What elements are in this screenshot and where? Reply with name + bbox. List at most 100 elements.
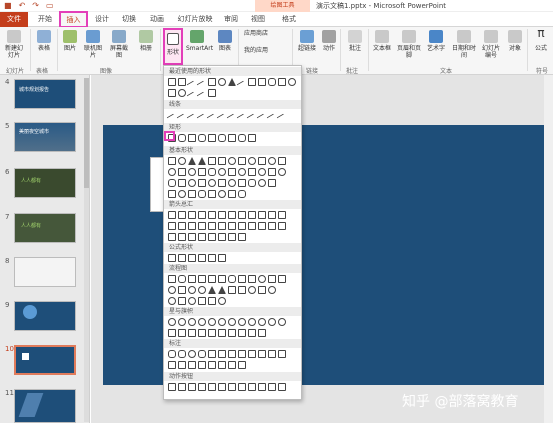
shape-rect[interactable]: [178, 286, 186, 294]
slide-thumb-11[interactable]: [14, 389, 76, 423]
shape-callout[interactable]: [168, 361, 176, 369]
shape-rect[interactable]: [228, 168, 236, 176]
shape-rect[interactable]: [218, 157, 226, 165]
shape-triangle[interactable]: [188, 157, 196, 165]
shape-triangle[interactable]: [228, 78, 236, 86]
equation-button[interactable]: π 公式: [530, 27, 552, 52]
shape-banner[interactable]: [258, 329, 266, 337]
shape-rect[interactable]: [198, 275, 206, 283]
shape-rect[interactable]: [208, 157, 216, 165]
shape-oval[interactable]: [178, 157, 186, 165]
shape-callout[interactable]: [168, 350, 176, 358]
shape-rect[interactable]: [248, 168, 256, 176]
shape-rect[interactable]: [188, 134, 196, 142]
shape-rounded[interactable]: [238, 134, 246, 142]
shape-banner[interactable]: [188, 329, 196, 337]
tab-insert[interactable]: 插入: [59, 11, 88, 28]
shape-oval[interactable]: [168, 286, 176, 294]
shape-oval[interactable]: [248, 286, 256, 294]
shape-rect[interactable]: [248, 78, 256, 86]
tab-format[interactable]: 格式: [276, 12, 302, 27]
shape-rect[interactable]: [258, 157, 266, 165]
shape-rect[interactable]: [168, 190, 176, 198]
shape-action[interactable]: [268, 383, 276, 391]
shape-rect[interactable]: [248, 275, 256, 283]
shape-callout[interactable]: [218, 350, 226, 358]
shape-arrow[interactable]: [178, 233, 186, 241]
shape-line[interactable]: [236, 80, 248, 92]
shape-star[interactable]: [198, 318, 206, 326]
shape-rect[interactable]: [178, 297, 186, 305]
shape-divide[interactable]: [198, 254, 206, 262]
shape-arrow[interactable]: [208, 211, 216, 219]
chart-button[interactable]: 图表: [214, 30, 236, 52]
shape-arrow[interactable]: [258, 211, 266, 219]
tab-transitions[interactable]: 切换: [117, 12, 141, 27]
shape-rounded[interactable]: [178, 275, 186, 283]
shape-oval[interactable]: [208, 179, 216, 187]
shape-action[interactable]: [208, 383, 216, 391]
shape-action[interactable]: [248, 383, 256, 391]
shape-callout[interactable]: [198, 350, 206, 358]
shape-oval[interactable]: [218, 297, 226, 305]
wordart-button[interactable]: 艺术字: [425, 30, 447, 52]
shape-multiply[interactable]: [188, 254, 196, 262]
slide-number-button[interactable]: 幻灯片编号: [480, 30, 502, 59]
shape-triangle[interactable]: [198, 157, 206, 165]
shape-rounded[interactable]: [228, 275, 236, 283]
shape-rect[interactable]: [238, 275, 246, 283]
tab-home[interactable]: 开始: [32, 12, 58, 27]
shape-rounded[interactable]: [208, 168, 216, 176]
shape-rect[interactable]: [258, 78, 266, 86]
shape-arrow[interactable]: [198, 211, 206, 219]
comment-button[interactable]: 批注: [344, 30, 366, 52]
shape-callout[interactable]: [208, 361, 216, 369]
shape-arrow[interactable]: [218, 222, 226, 230]
shape-rect[interactable]: [178, 179, 186, 187]
shape-arrow[interactable]: [218, 211, 226, 219]
shape-rounded[interactable]: [238, 190, 246, 198]
shape-triangle[interactable]: [208, 286, 216, 294]
slide-thumb-8[interactable]: [14, 257, 76, 287]
shape-callout[interactable]: [258, 350, 266, 358]
app-store-button[interactable]: 应用商店: [244, 30, 284, 37]
shape-rect[interactable]: [238, 179, 246, 187]
shape-action[interactable]: [258, 383, 266, 391]
shape-rect[interactable]: [208, 89, 216, 97]
shape-oval[interactable]: [218, 190, 226, 198]
object-button[interactable]: 对象: [504, 30, 526, 52]
hyperlink-button[interactable]: 超链接: [296, 30, 318, 52]
shape-rect[interactable]: [258, 286, 266, 294]
shape-rect[interactable]: [178, 78, 186, 86]
shape-oval[interactable]: [248, 157, 256, 165]
shape-banner[interactable]: [248, 329, 256, 337]
tab-slideshow[interactable]: 幻灯片放映: [174, 12, 216, 27]
shape-rect[interactable]: [218, 275, 226, 283]
shape-action[interactable]: [238, 383, 246, 391]
shape-oval[interactable]: [258, 168, 266, 176]
shape-action[interactable]: [188, 383, 196, 391]
shape-arrow[interactable]: [238, 211, 246, 219]
shape-rounded[interactable]: [198, 190, 206, 198]
shape-action[interactable]: [218, 383, 226, 391]
shape-rect[interactable]: [208, 190, 216, 198]
shape-rounded[interactable]: [168, 179, 176, 187]
shape-arrow[interactable]: [168, 211, 176, 219]
shape-arrow[interactable]: [198, 222, 206, 230]
smartart-button[interactable]: SmartArt: [186, 30, 213, 52]
shape-oval[interactable]: [188, 168, 196, 176]
action-button[interactable]: 动作: [318, 30, 340, 52]
shape-rect[interactable]: [218, 179, 226, 187]
shape-oval[interactable]: [218, 78, 226, 86]
shapes-button[interactable]: 形状: [163, 28, 183, 65]
shape-oval[interactable]: [178, 190, 186, 198]
shape-oval[interactable]: [268, 157, 276, 165]
shape-arrow[interactable]: [168, 222, 176, 230]
shape-rect[interactable]: [228, 190, 236, 198]
shape-oval[interactable]: [228, 179, 236, 187]
shape-arrow[interactable]: [228, 222, 236, 230]
shape-callout[interactable]: [188, 350, 196, 358]
shape-callout[interactable]: [208, 350, 216, 358]
shape-oval[interactable]: [168, 297, 176, 305]
shape-rect[interactable]: [188, 275, 196, 283]
